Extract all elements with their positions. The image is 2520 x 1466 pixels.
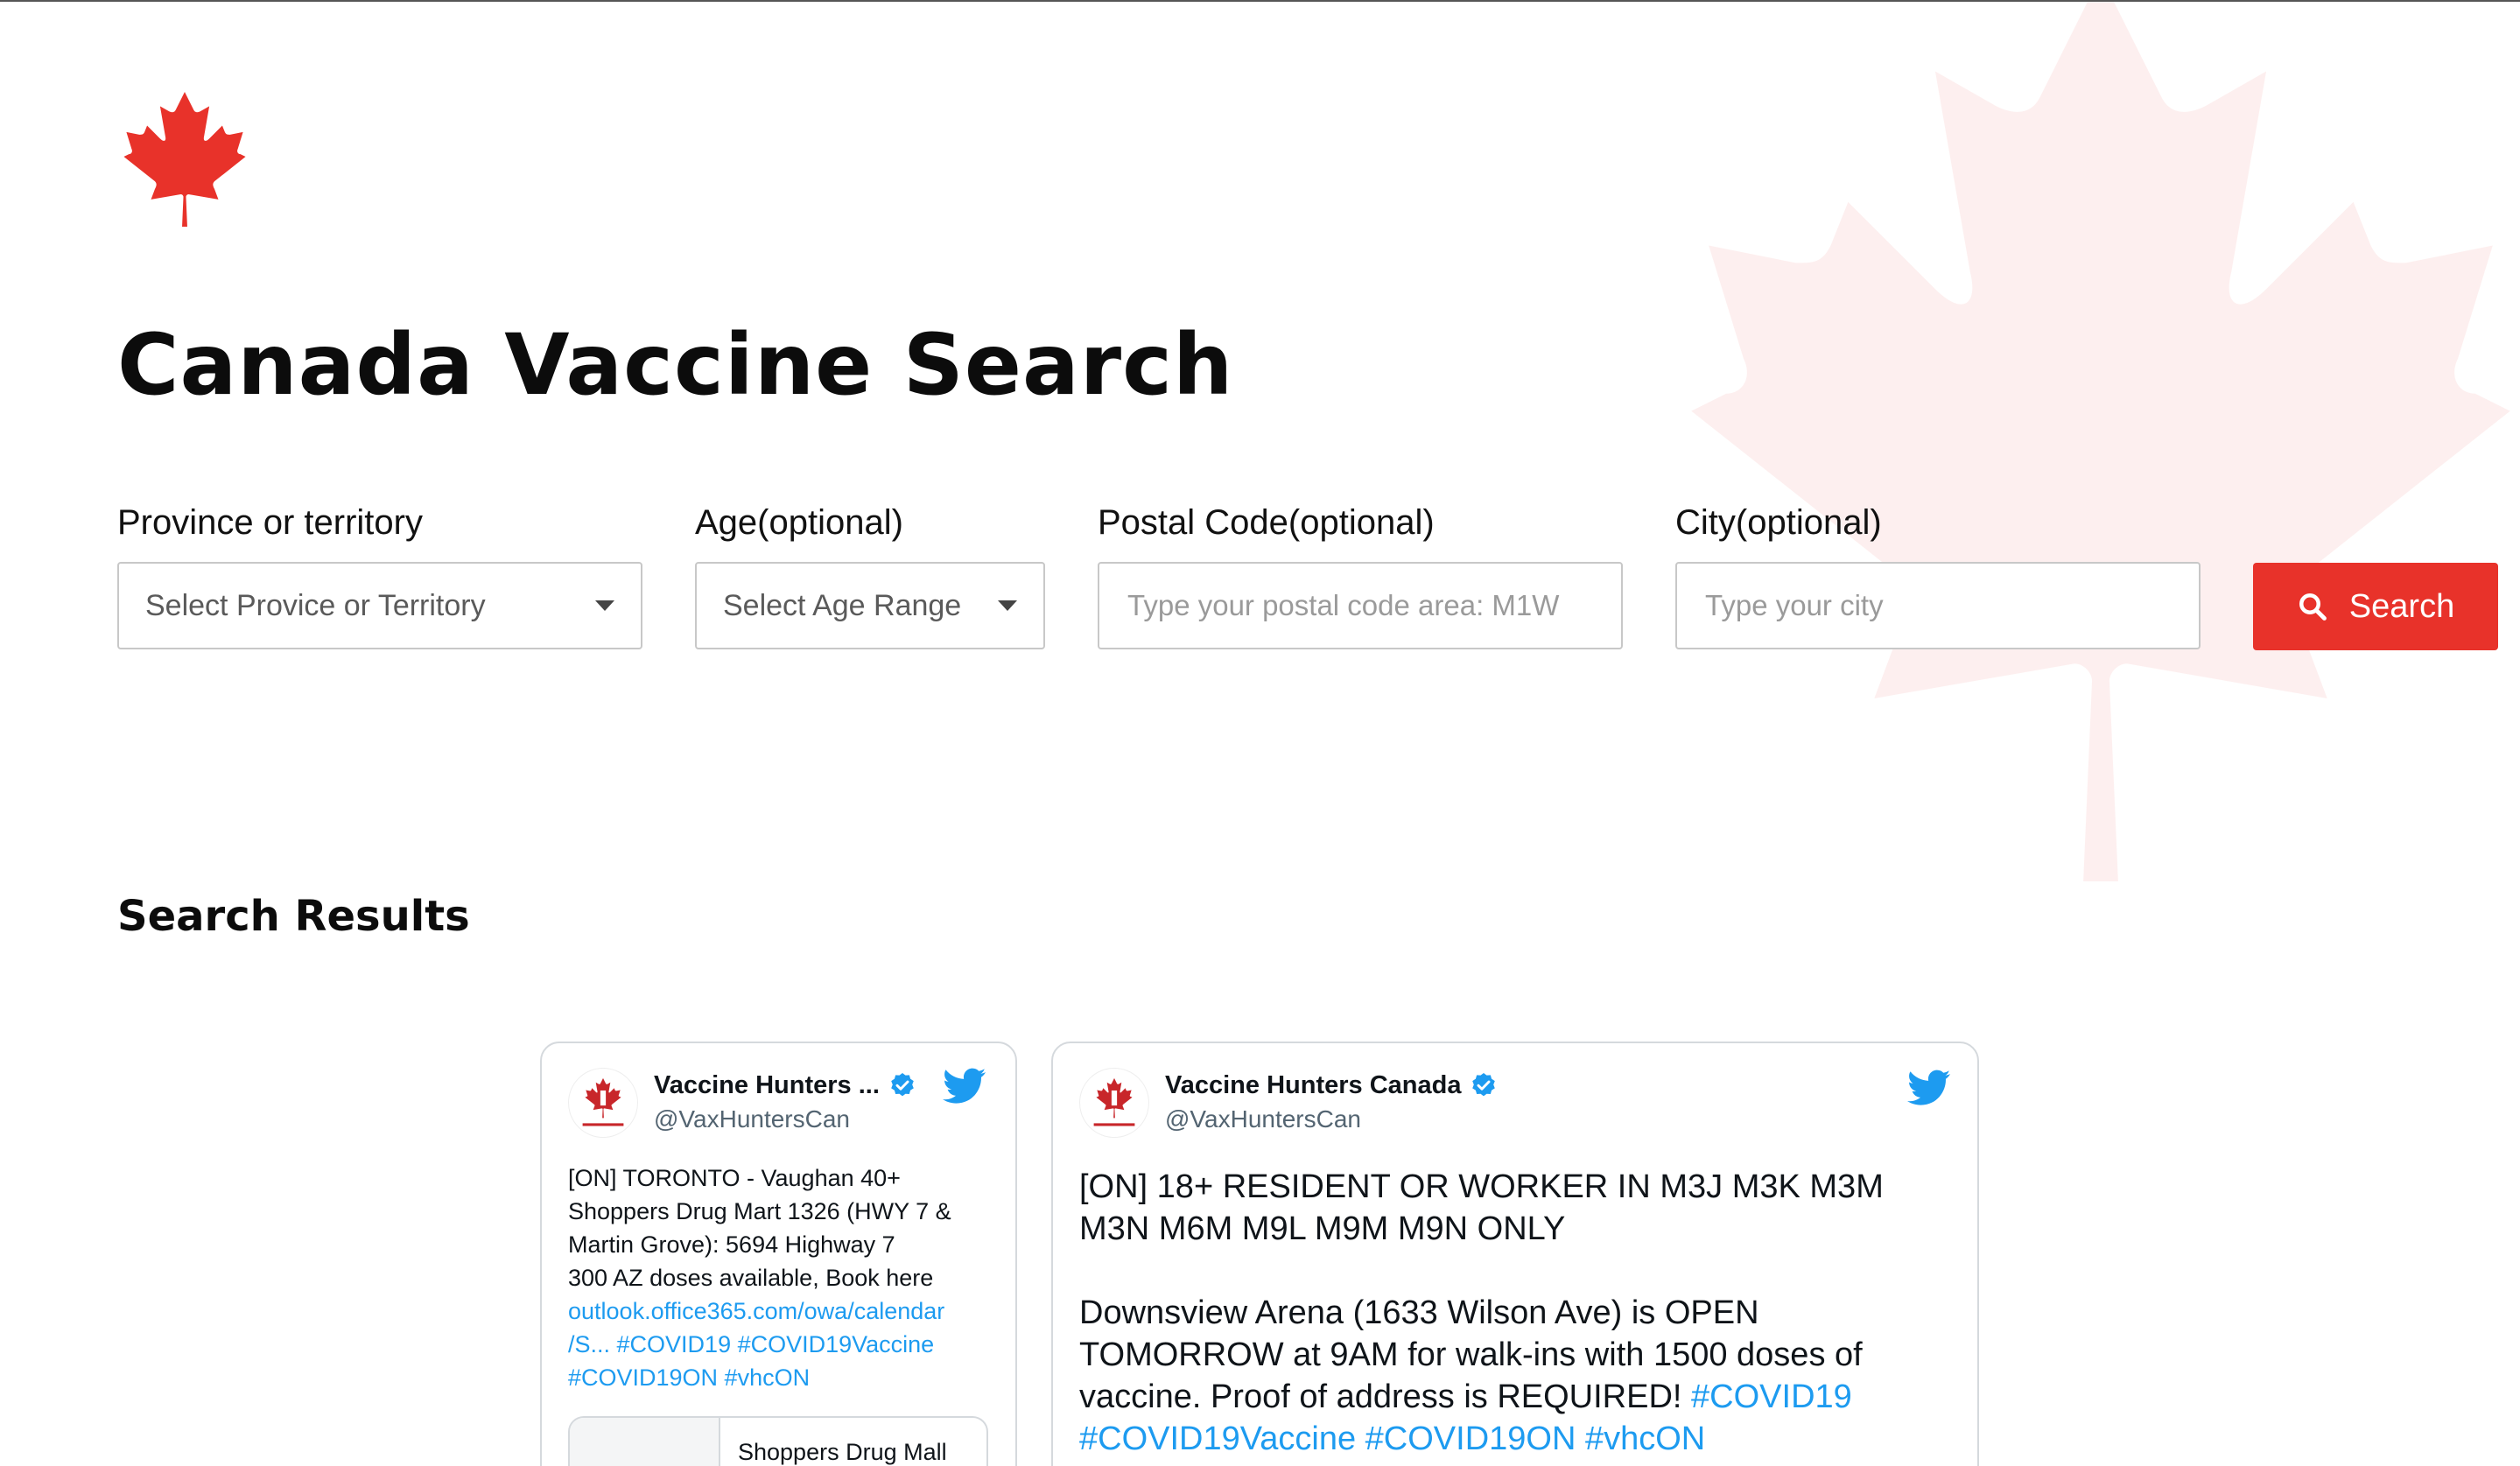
vaccine-hunters-logo-icon xyxy=(1093,1077,1135,1126)
tweet-hashtag-inline[interactable]: #COVID19 xyxy=(1691,1378,1852,1415)
province-select-value: Select Provice or Territory xyxy=(145,588,486,622)
tweet-text: [ON] 18+ RESIDENT OR WORKER IN M3J M3K M… xyxy=(1079,1166,1951,1460)
province-label: Province or territory xyxy=(117,503,423,542)
tweet-card[interactable]: Vaccine Hunters Canada @VaxHuntersCan [O… xyxy=(1051,1042,1979,1466)
search-results-heading: Search Results xyxy=(117,892,470,941)
search-button[interactable]: Search xyxy=(2253,563,2498,650)
link-preview-thumbnail xyxy=(570,1418,720,1466)
verified-badge-icon xyxy=(891,1073,914,1097)
tweet-author-name: Vaccine Hunters ... xyxy=(654,1071,880,1099)
tweet-header: Vaccine Hunters Canada @VaxHuntersCan xyxy=(1053,1043,1977,1140)
tweet-text: [ON] TORONTO - Vaughan 40+ Shoppers Drug… xyxy=(568,1161,989,1394)
province-select[interactable]: Select Provice or Territory xyxy=(117,562,642,649)
tweet-handle: @VaxHuntersCan xyxy=(654,1105,850,1133)
page: Canada Vaccine Search Province or territ… xyxy=(0,0,2520,1466)
avatar[interactable] xyxy=(1079,1068,1149,1138)
postal-code-field xyxy=(1098,562,1623,649)
search-button-label: Search xyxy=(2348,587,2455,625)
search-icon xyxy=(2299,593,2327,621)
tweet-hashtags[interactable]: #COVID19 #COVID19Vaccine #COVID19ON #vhc… xyxy=(568,1331,934,1391)
avatar[interactable] xyxy=(568,1068,638,1138)
tweet-handle: @VaxHuntersCan xyxy=(1165,1105,1361,1133)
link-preview-card[interactable]: Shoppers Drug Mall xyxy=(568,1416,988,1466)
caret-down-icon xyxy=(998,600,1017,611)
caret-down-icon xyxy=(595,600,614,611)
age-select-value: Select Age Range xyxy=(723,588,962,622)
tweet-author-name: Vaccine Hunters Canada xyxy=(1165,1071,1462,1099)
tweet-header: Vaccine Hunters ... @VaxHuntersCan xyxy=(542,1043,1015,1140)
postal-code-input[interactable] xyxy=(1126,588,1595,623)
link-preview-title: Shoppers Drug Mall xyxy=(738,1439,947,1465)
tweet-card[interactable]: Vaccine Hunters ... @VaxHuntersCan [ON] … xyxy=(540,1042,1017,1466)
maple-leaf-logo-icon[interactable] xyxy=(120,89,249,229)
tweet-author[interactable]: Vaccine Hunters Canada xyxy=(1165,1070,1498,1101)
city-input[interactable] xyxy=(1703,588,2173,623)
city-field xyxy=(1675,562,2201,649)
twitter-bird-icon[interactable] xyxy=(943,1068,986,1105)
twitter-bird-icon[interactable] xyxy=(1907,1070,1951,1106)
tweet-text-main: [ON] TORONTO - Vaughan 40+ Shoppers Drug… xyxy=(568,1165,951,1291)
city-label: City(optional) xyxy=(1675,503,1882,542)
age-select[interactable]: Select Age Range xyxy=(695,562,1045,649)
page-title: Canada Vaccine Search xyxy=(117,316,1234,414)
age-label: Age(optional) xyxy=(695,503,903,542)
vaccine-hunters-logo-icon xyxy=(582,1077,624,1126)
background-maple-leaf-icon xyxy=(1691,2,2510,881)
tweet-author[interactable]: Vaccine Hunters ... xyxy=(654,1070,916,1101)
postal-code-label: Postal Code(optional) xyxy=(1098,503,1435,542)
verified-badge-icon xyxy=(1472,1073,1496,1097)
tweet-hashtags[interactable]: #COVID19Vaccine #COVID19ON #vhcON xyxy=(1079,1420,1705,1457)
